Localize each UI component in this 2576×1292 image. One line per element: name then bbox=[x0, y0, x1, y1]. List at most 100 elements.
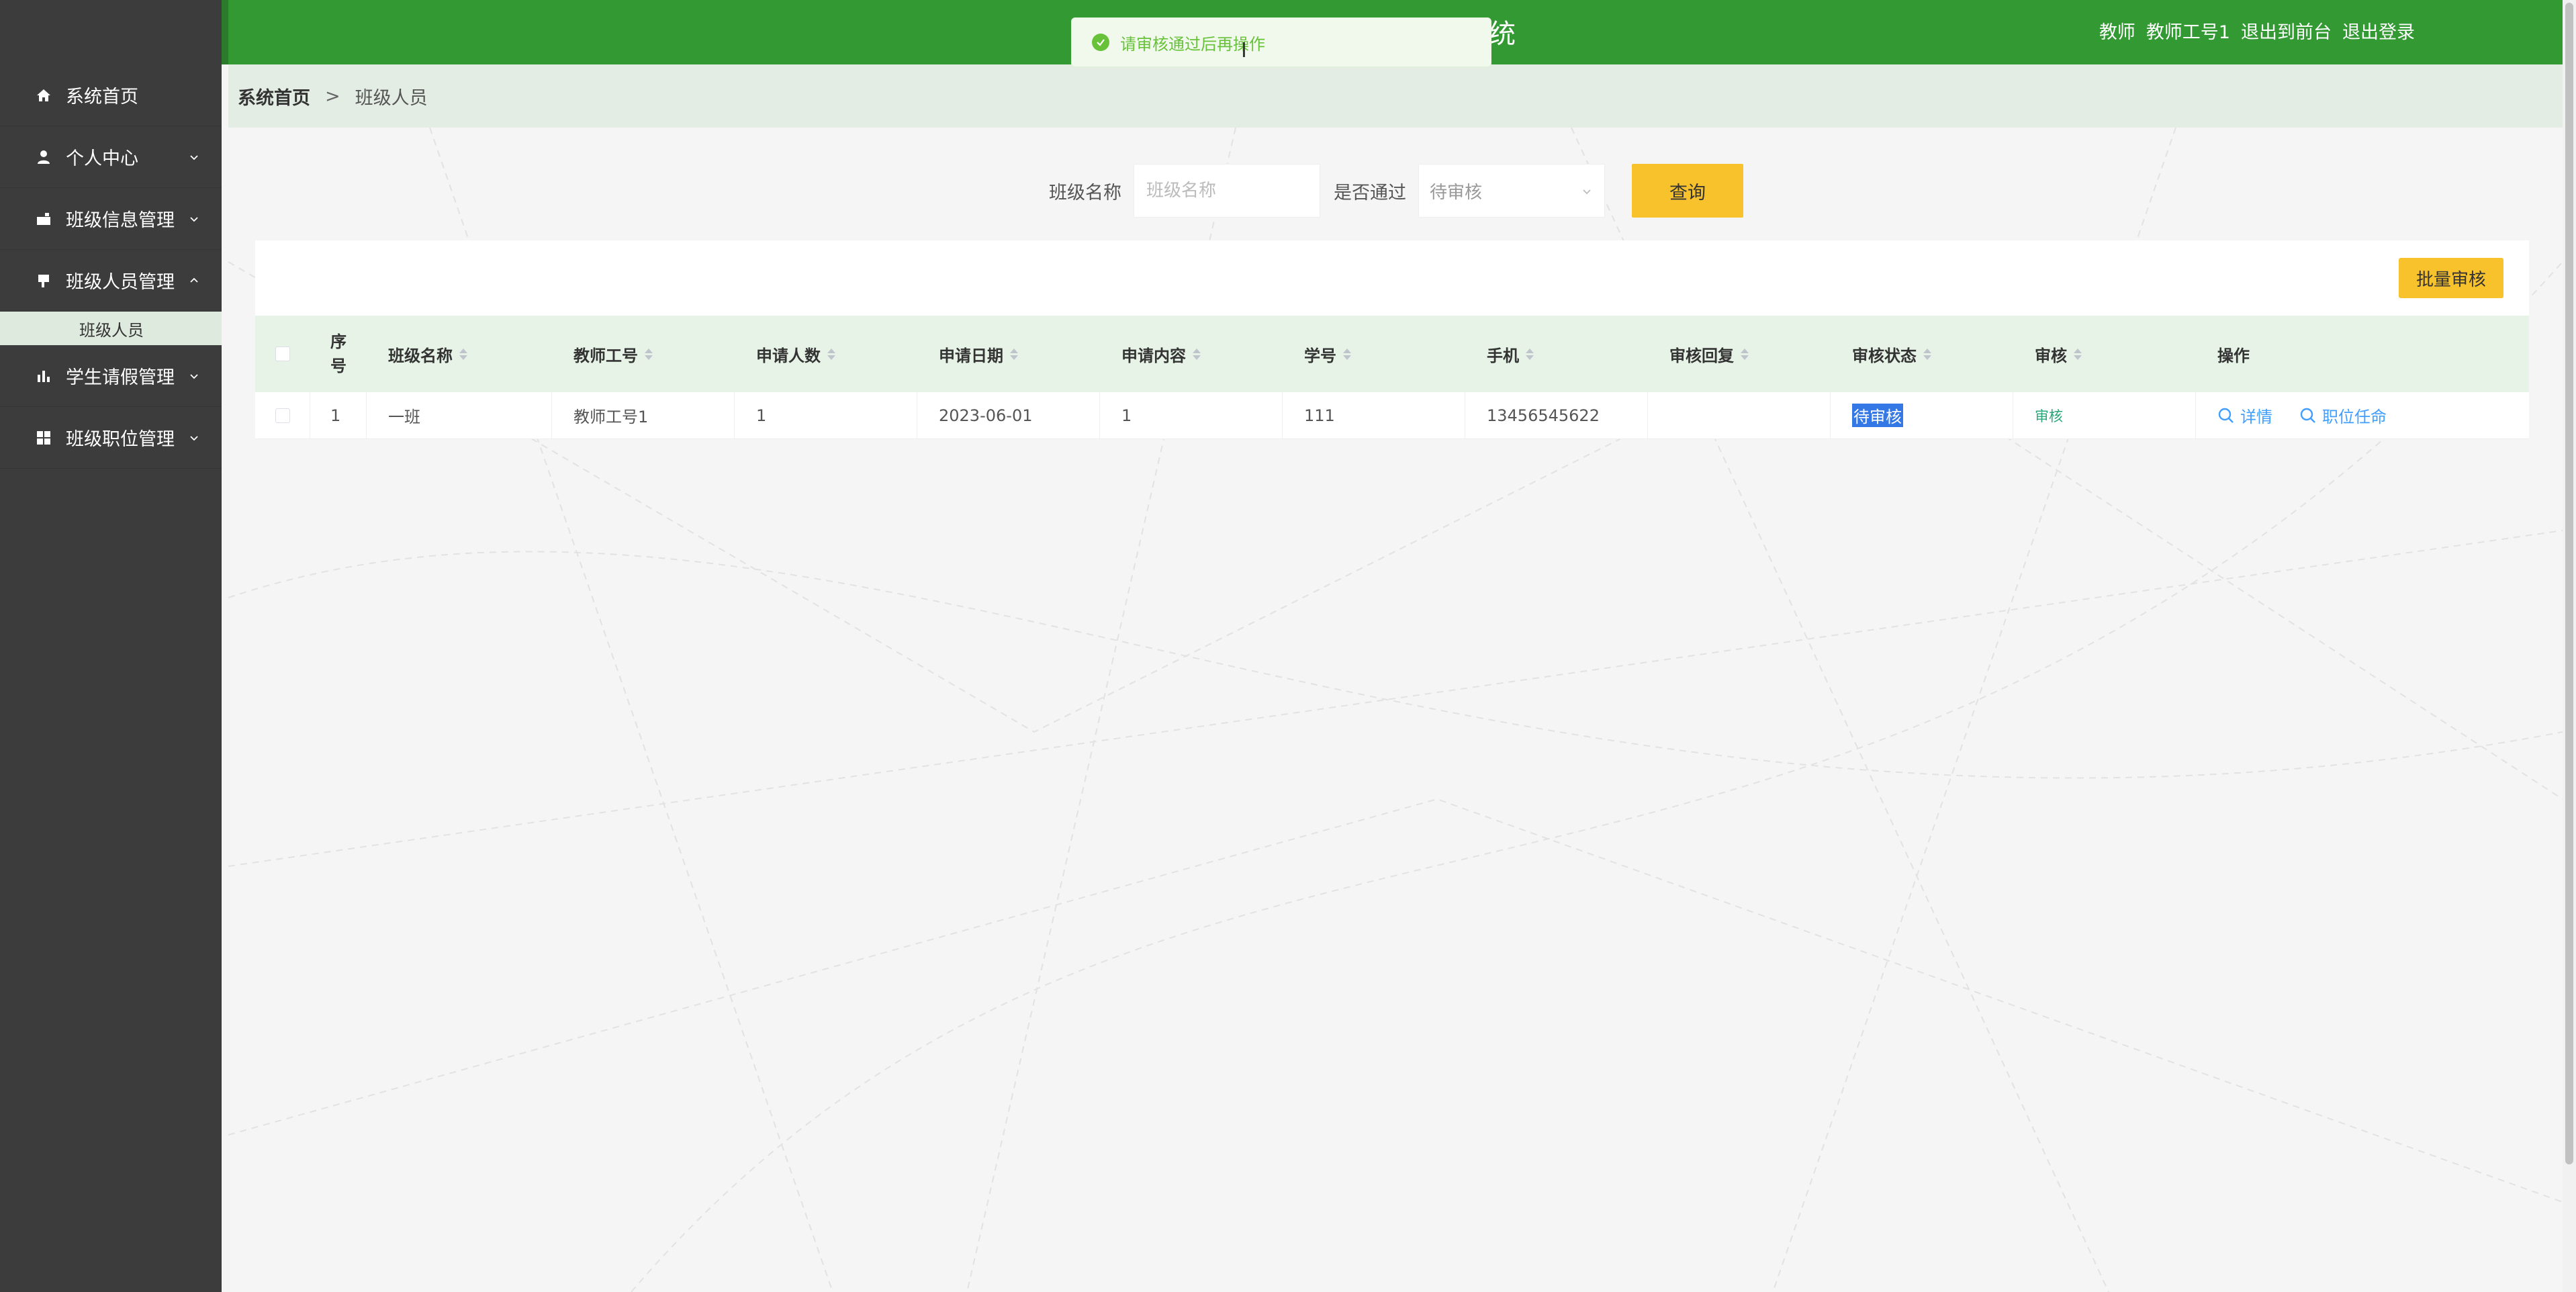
sort-icon[interactable] bbox=[1526, 348, 1534, 360]
sort-icon[interactable] bbox=[2074, 348, 2082, 360]
sort-icon[interactable] bbox=[1193, 348, 1201, 360]
home-icon bbox=[35, 87, 52, 104]
sidebar-item-student-leave[interactable]: 学生请假管理 bbox=[0, 345, 222, 407]
sidebar-item-label: 班级信息管理 bbox=[66, 210, 175, 231]
sidebar-logo-area bbox=[0, 0, 222, 64]
col-label: 学号 bbox=[1304, 346, 1336, 365]
sidebar-item-class-positions[interactable]: 班级职位管理 bbox=[0, 407, 222, 469]
table-panel: 批量审核 序号 班级名称 教师工号 申请人数 申请日期 申请内容 学号 手机 审… bbox=[255, 240, 2529, 439]
col-apply-date[interactable]: 申请日期 bbox=[917, 316, 1100, 392]
col-label: 审核状态 bbox=[1852, 346, 1917, 365]
chevron-down-icon bbox=[190, 435, 198, 441]
cell-audit-reply bbox=[1648, 392, 1831, 439]
search-icon bbox=[2218, 408, 2234, 423]
sort-icon[interactable] bbox=[1343, 348, 1351, 360]
breadcrumb-current: 班级人员 bbox=[355, 87, 428, 109]
query-button[interactable]: 查询 bbox=[1632, 164, 1743, 218]
sort-icon[interactable] bbox=[1923, 348, 1931, 360]
search-icon bbox=[2300, 408, 2315, 423]
col-label: 申请日期 bbox=[939, 346, 1003, 365]
col-teacher-no[interactable]: 教师工号 bbox=[552, 316, 735, 392]
sidebar-item-home[interactable]: 系统首页 bbox=[0, 64, 222, 126]
audit-link[interactable]: 审核 bbox=[2035, 406, 2063, 426]
detail-link[interactable]: 详情 bbox=[2217, 404, 2272, 427]
cell-audit: 审核 bbox=[2013, 392, 2196, 439]
sidebar-subitem-label: 班级人员 bbox=[79, 320, 144, 340]
cell-student-no: 111 bbox=[1283, 392, 1465, 439]
sidebar: 系统首页 个人中心 班级信息管理 班级人员管理 班级人员 学生请假管理 班级职位… bbox=[0, 0, 222, 1292]
sort-icon[interactable] bbox=[1741, 348, 1749, 360]
pass-status-select[interactable]: 待审核 bbox=[1418, 164, 1605, 218]
sidebar-item-class-info[interactable]: 班级信息管理 bbox=[0, 188, 222, 250]
briefcase-icon bbox=[35, 210, 52, 228]
cell-apply-date: 2023-06-01 bbox=[917, 392, 1100, 439]
user-role: 教师 bbox=[2099, 22, 2135, 43]
col-label: 手机 bbox=[1487, 346, 1519, 365]
col-student-no[interactable]: 学号 bbox=[1283, 316, 1465, 392]
back-to-front-link[interactable]: 退出到前台 bbox=[2241, 17, 2332, 44]
user-name: 教师工号1 bbox=[2146, 22, 2230, 43]
page-scrollbar[interactable] bbox=[2563, 0, 2576, 1292]
col-class-name[interactable]: 班级名称 bbox=[367, 316, 552, 392]
col-apply-count[interactable]: 申请人数 bbox=[735, 316, 917, 392]
search-bar: 班级名称 是否通过 待审核 查询 bbox=[1049, 164, 1743, 218]
col-label: 操作 bbox=[2217, 346, 2250, 365]
cell-class-name: 一班 bbox=[367, 392, 552, 439]
members-table: 序号 班级名称 教师工号 申请人数 申请日期 申请内容 学号 手机 审核回复 审… bbox=[255, 316, 2529, 439]
cell-index: 1 bbox=[310, 392, 367, 439]
chevron-up-icon bbox=[190, 277, 198, 283]
pass-status-label: 是否通过 bbox=[1334, 182, 1406, 203]
sidebar-item-class-members[interactable]: 班级人员管理 bbox=[0, 250, 222, 312]
col-label: 审核 bbox=[2035, 346, 2067, 365]
check-circle-icon bbox=[1092, 34, 1109, 51]
col-phone[interactable]: 手机 bbox=[1465, 316, 1648, 392]
col-audit-status[interactable]: 审核状态 bbox=[1831, 316, 2013, 392]
select-all-checkbox[interactable] bbox=[275, 347, 290, 361]
bar-chart-icon bbox=[35, 367, 52, 385]
col-apply-content[interactable]: 申请内容 bbox=[1100, 316, 1283, 392]
col-label: 审核回复 bbox=[1669, 346, 1734, 365]
user-icon bbox=[35, 148, 52, 166]
text-cursor-icon: I bbox=[1241, 39, 1247, 62]
cell-apply-count: 1 bbox=[735, 392, 917, 439]
batch-audit-button[interactable]: 批量审核 bbox=[2399, 258, 2503, 298]
table-header-row: 序号 班级名称 教师工号 申请人数 申请日期 申请内容 学号 手机 审核回复 审… bbox=[255, 316, 2529, 392]
cell-teacher-no: 教师工号1 bbox=[552, 392, 735, 439]
header-title: 统 bbox=[1489, 19, 1516, 50]
breadcrumb-home[interactable]: 系统首页 bbox=[238, 83, 310, 109]
row-checkbox[interactable] bbox=[275, 408, 290, 423]
col-audit[interactable]: 审核 bbox=[2013, 316, 2196, 392]
cell-actions: 详情 职位任命 bbox=[2196, 392, 2525, 439]
sidebar-item-label: 学生请假管理 bbox=[66, 367, 175, 388]
flag-icon bbox=[35, 272, 52, 289]
col-audit-reply[interactable]: 审核回复 bbox=[1648, 316, 1831, 392]
col-index-label: 序号 bbox=[330, 332, 347, 375]
sidebar-item-label: 系统首页 bbox=[66, 87, 138, 107]
row-select-cell bbox=[255, 392, 310, 439]
sidebar-subitem-class-members[interactable]: 班级人员 bbox=[0, 312, 222, 345]
sort-icon[interactable] bbox=[645, 348, 653, 360]
chevron-down-icon bbox=[190, 154, 198, 160]
cell-phone: 13456545622 bbox=[1465, 392, 1648, 439]
header-user-area: 教师 教师工号1 退出到前台 退出登录 bbox=[2099, 17, 2415, 44]
sidebar-item-personal-center[interactable]: 个人中心 bbox=[0, 126, 222, 188]
chevron-down-icon bbox=[190, 373, 198, 379]
class-name-input[interactable] bbox=[1134, 164, 1320, 218]
cell-apply-content: 1 bbox=[1100, 392, 1283, 439]
logout-link[interactable]: 退出登录 bbox=[2342, 17, 2415, 44]
sort-icon[interactable] bbox=[827, 348, 835, 360]
col-label: 申请人数 bbox=[756, 346, 821, 365]
sidebar-item-label: 班级人员管理 bbox=[66, 272, 175, 293]
col-label: 教师工号 bbox=[573, 346, 638, 365]
grid-icon bbox=[35, 429, 52, 447]
appoint-link[interactable]: 职位任命 bbox=[2299, 404, 2387, 427]
col-index: 序号 bbox=[310, 316, 367, 392]
class-name-label: 班级名称 bbox=[1049, 182, 1121, 203]
chevron-down-icon bbox=[190, 216, 198, 222]
cell-audit-status: 待审核 bbox=[1831, 392, 2013, 439]
col-actions: 操作 bbox=[2196, 316, 2525, 392]
sort-icon[interactable] bbox=[1010, 348, 1018, 360]
select-all-cell bbox=[255, 316, 310, 392]
scrollbar-thumb[interactable] bbox=[2565, 3, 2573, 1164]
sort-icon[interactable] bbox=[459, 348, 467, 360]
